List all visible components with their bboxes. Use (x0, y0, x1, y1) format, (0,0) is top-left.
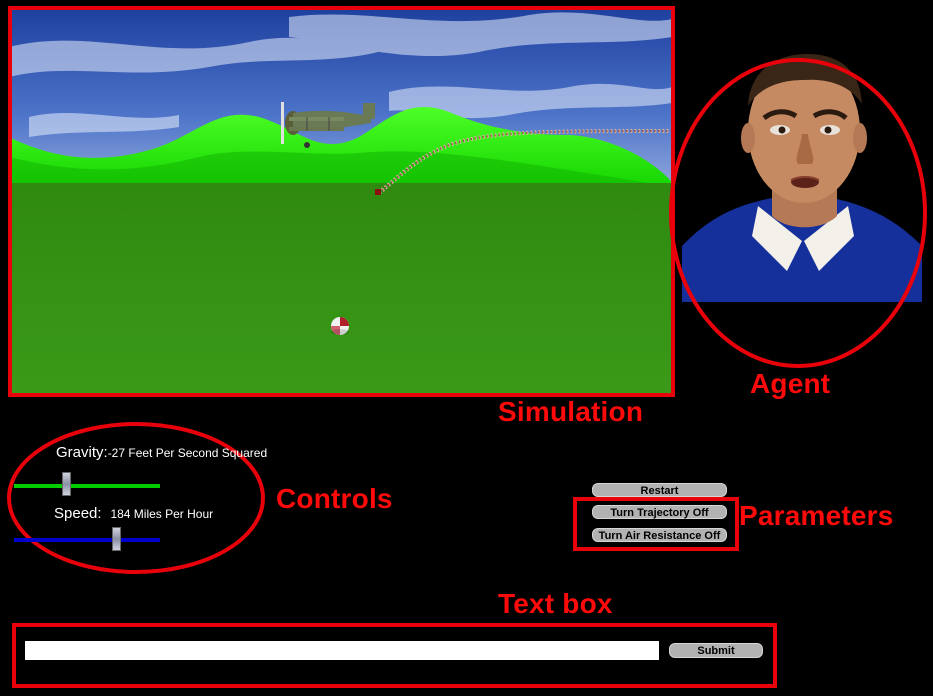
gravity-value: -27 Feet Per Second Squared (107, 446, 268, 460)
text-box-callout: Text box (498, 588, 613, 619)
speed-slider-thumb[interactable] (112, 527, 121, 551)
simulation-highlight-box (8, 6, 675, 397)
speed-slider-track[interactable] (14, 538, 160, 542)
gravity-readout: Gravity:-27 Feet Per Second Squared (56, 444, 267, 462)
parameters-callout: Parameters (739, 500, 894, 531)
submit-button[interactable]: Submit (669, 643, 763, 658)
gravity-slider-track[interactable] (14, 484, 160, 488)
speed-label: Speed: (54, 505, 102, 522)
restart-button[interactable]: Restart (592, 483, 727, 497)
gravity-label: Gravity: (56, 444, 108, 461)
gravity-slider-thumb[interactable] (62, 472, 71, 496)
agent-highlight-ellipse (669, 58, 927, 368)
speed-value: 184 Miles Per Hour (110, 507, 214, 521)
simulation-callout: Simulation (498, 396, 644, 427)
text-input[interactable] (25, 641, 659, 660)
agent-callout: Agent (750, 368, 831, 399)
controls-callout: Controls (276, 483, 393, 514)
parameters-highlight-box (573, 497, 739, 551)
speed-readout: Speed: 184 Miles Per Hour (54, 505, 213, 523)
